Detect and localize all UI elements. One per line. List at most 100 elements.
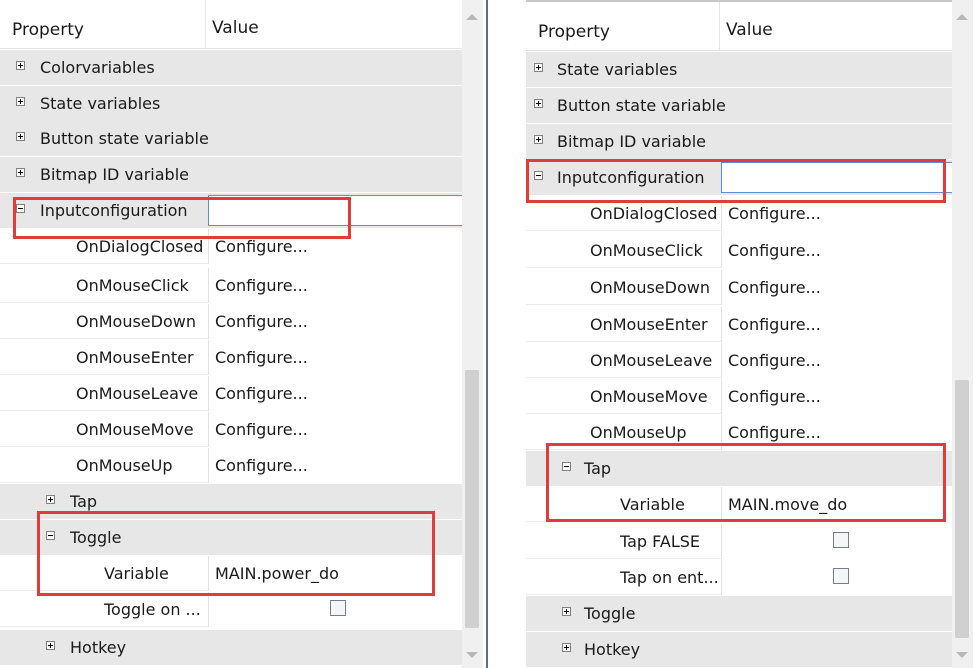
property-name: OnMouseDown	[76, 312, 196, 331]
category-state-variables[interactable]: State variables	[0, 86, 462, 121]
configure-link[interactable]: Configure...	[208, 340, 462, 375]
category-label: State variables	[40, 94, 161, 113]
property-row-onmousedown[interactable]: OnMouseDown Configure...	[526, 270, 952, 305]
category-label: State variables	[557, 60, 678, 79]
minus-expander-icon[interactable]	[46, 531, 55, 540]
scroll-up-arrow-icon[interactable]	[956, 14, 968, 20]
property-row-onmousedown[interactable]: OnMouseDown Configure...	[0, 304, 462, 339]
configure-link[interactable]: Configure...	[208, 412, 462, 447]
property-row-onmouseenter[interactable]: OnMouseEnter Configure...	[0, 340, 462, 375]
configure-link[interactable]: Configure...	[721, 307, 952, 342]
checkbox-icon[interactable]	[833, 568, 849, 584]
property-row-onmouseup[interactable]: OnMouseUp Configure...	[526, 415, 952, 450]
minus-expander-icon[interactable]	[562, 462, 571, 471]
vertical-scrollbar[interactable]	[462, 0, 483, 668]
category-toggle[interactable]: Toggle	[526, 596, 952, 631]
category-toggle[interactable]: Toggle	[0, 520, 462, 555]
tap-on-enter-value	[721, 560, 952, 595]
inputconfiguration-value-field[interactable]	[208, 195, 462, 226]
property-row-toggle-variable[interactable]: Variable MAIN.power_do	[0, 556, 462, 591]
property-row-onmouseclick[interactable]: OnMouseClick Configure...	[0, 268, 462, 303]
grid-header: Property Value	[526, 0, 952, 51]
variable-value-field[interactable]: MAIN.move_do	[721, 487, 952, 522]
checkbox-icon[interactable]	[330, 600, 346, 616]
category-inputconfiguration[interactable]: Inputconfiguration	[526, 160, 952, 195]
property-row-toggle-on[interactable]: Toggle on ...	[0, 592, 462, 627]
property-name: OnMouseEnter	[76, 348, 194, 367]
property-name: Toggle on ...	[104, 600, 201, 619]
inputconfiguration-value-field[interactable]	[721, 162, 952, 193]
configure-link[interactable]: Configure...	[208, 448, 462, 483]
property-row-tap-variable[interactable]: Variable MAIN.move_do	[526, 487, 952, 522]
configure-link[interactable]: Configure...	[721, 415, 952, 450]
value-column-header[interactable]: Value	[720, 2, 958, 50]
configure-link[interactable]: Configure...	[208, 376, 462, 411]
plus-expander-icon[interactable]	[534, 63, 543, 72]
category-label: Hotkey	[584, 640, 641, 659]
plus-expander-icon[interactable]	[46, 495, 55, 504]
scrollbar-thumb[interactable]	[955, 380, 969, 638]
minus-expander-icon[interactable]	[534, 171, 543, 180]
plus-expander-icon[interactable]	[16, 61, 25, 70]
property-row-ondialogclosed[interactable]: OnDialogClosed Configure...	[0, 229, 462, 264]
value-column-header[interactable]: Value	[206, 0, 468, 48]
property-row-tap-on-enter[interactable]: Tap on ent...	[526, 560, 952, 595]
configure-link[interactable]: Configure...	[208, 304, 462, 339]
category-bitmap-id-variable[interactable]: Bitmap ID variable	[526, 124, 952, 159]
category-tap[interactable]: Tap	[0, 484, 462, 519]
configure-link[interactable]: Configure...	[208, 229, 462, 264]
configure-link[interactable]: Configure...	[721, 270, 952, 305]
category-label: Inputconfiguration	[557, 168, 705, 187]
category-button-state-variable[interactable]: Button state variable	[0, 121, 462, 156]
plus-expander-icon[interactable]	[46, 641, 55, 650]
vertical-scrollbar[interactable]	[952, 0, 973, 668]
property-column-header[interactable]: Property	[526, 2, 720, 50]
plus-expander-icon[interactable]	[16, 97, 25, 106]
configure-link[interactable]: Configure...	[721, 233, 952, 268]
category-hotkey[interactable]: Hotkey	[526, 632, 952, 667]
property-row-onmousemove[interactable]: OnMouseMove Configure...	[526, 379, 952, 414]
category-label: Toggle	[584, 604, 636, 623]
scroll-down-arrow-icon[interactable]	[956, 652, 968, 658]
scrollbar-thumb[interactable]	[465, 370, 479, 628]
grid-header: Property Value	[0, 0, 462, 49]
property-name: OnMouseDown	[590, 278, 710, 297]
category-bitmap-id-variable[interactable]: Bitmap ID variable	[0, 157, 462, 192]
property-name: OnMouseClick	[76, 276, 189, 295]
category-label: Tap	[584, 459, 612, 478]
property-row-onmousemove[interactable]: OnMouseMove Configure...	[0, 412, 462, 447]
scroll-down-arrow-icon[interactable]	[466, 652, 478, 658]
property-row-onmouseenter[interactable]: OnMouseEnter Configure...	[526, 307, 952, 342]
property-row-onmouseclick[interactable]: OnMouseClick Configure...	[526, 233, 952, 268]
property-row-onmouseleave[interactable]: OnMouseLeave Configure...	[0, 376, 462, 411]
category-hotkey[interactable]: Hotkey	[0, 630, 462, 665]
plus-expander-icon[interactable]	[534, 135, 543, 144]
property-row-tap-false[interactable]: Tap FALSE	[526, 524, 952, 559]
property-column-header[interactable]: Property	[0, 0, 206, 48]
category-label: Bitmap ID variable	[557, 132, 706, 151]
category-colorvariables[interactable]: Colorvariables	[0, 50, 462, 85]
configure-link[interactable]: Configure...	[721, 379, 952, 414]
category-state-variables[interactable]: State variables	[526, 52, 952, 87]
variable-value-field[interactable]: MAIN.power_do	[208, 556, 462, 591]
plus-expander-icon[interactable]	[562, 607, 571, 616]
property-name: OnMouseMove	[590, 387, 708, 406]
category-label: Colorvariables	[40, 58, 155, 77]
category-tap[interactable]: Tap	[526, 451, 952, 486]
plus-expander-icon[interactable]	[16, 132, 25, 141]
property-row-ondialogclosed[interactable]: OnDialogClosed Configure...	[526, 196, 952, 231]
plus-expander-icon[interactable]	[534, 99, 543, 108]
scroll-up-arrow-icon[interactable]	[466, 14, 478, 20]
plus-expander-icon[interactable]	[16, 168, 25, 177]
checkbox-icon[interactable]	[833, 532, 849, 548]
configure-link[interactable]: Configure...	[721, 343, 952, 378]
minus-expander-icon[interactable]	[16, 204, 25, 213]
property-row-onmouseup[interactable]: OnMouseUp Configure...	[0, 448, 462, 483]
configure-link[interactable]: Configure...	[721, 196, 952, 231]
property-row-onmouseleave[interactable]: OnMouseLeave Configure...	[526, 343, 952, 378]
category-inputconfiguration[interactable]: Inputconfiguration	[0, 193, 462, 228]
property-name: OnDialogClosed	[590, 204, 718, 223]
plus-expander-icon[interactable]	[562, 643, 571, 652]
category-button-state-variable[interactable]: Button state variable	[526, 88, 952, 123]
configure-link[interactable]: Configure...	[208, 268, 462, 303]
